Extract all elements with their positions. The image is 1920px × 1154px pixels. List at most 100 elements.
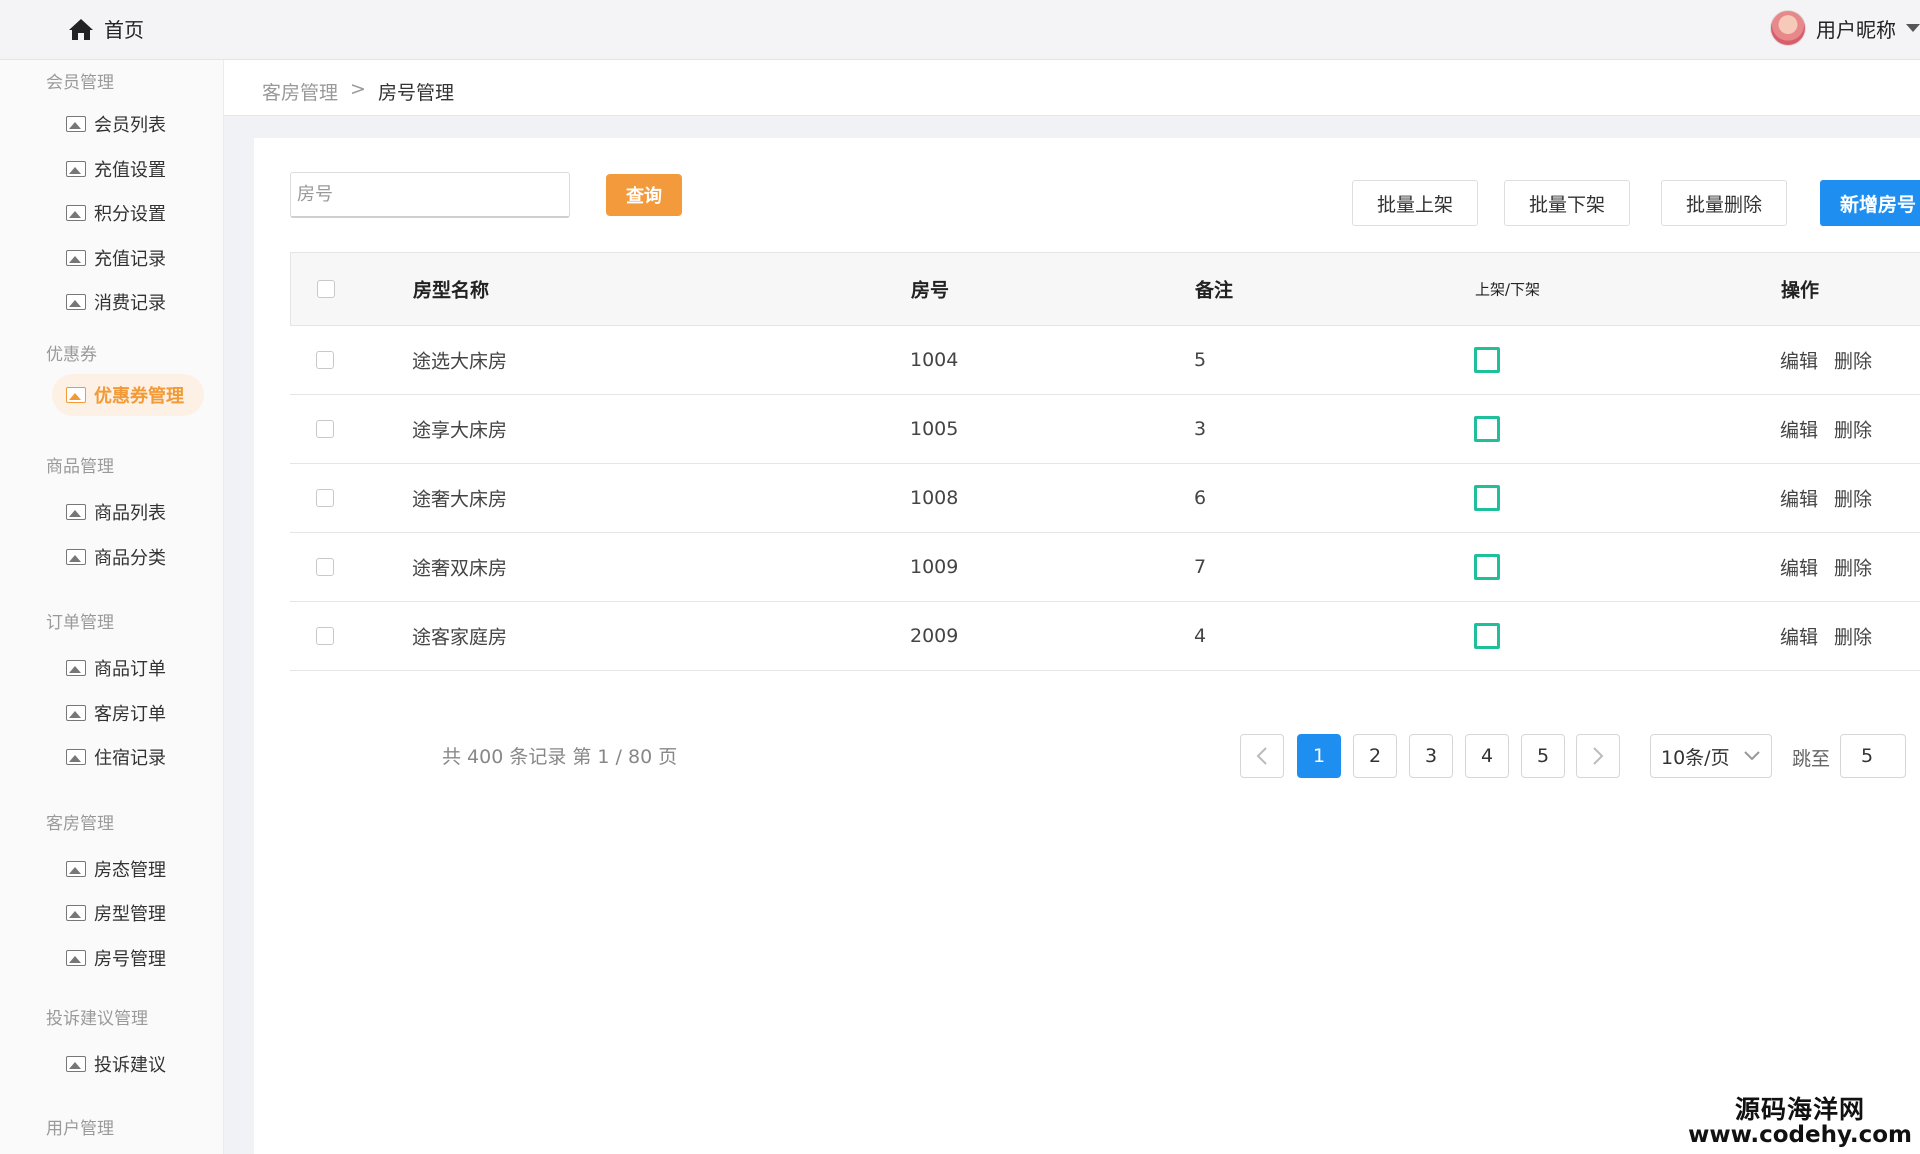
room-type-cell: 途奢大床房 — [412, 488, 508, 511]
page-number-button[interactable]: 5 — [1521, 734, 1565, 778]
chevron-down-icon — [1744, 751, 1760, 761]
table-row: 途奢大床房 1008 6 编辑 删除 — [290, 464, 1920, 533]
edit-link[interactable]: 编辑 — [1780, 623, 1818, 650]
room-number-cell: 1005 — [910, 418, 959, 440]
row-checkbox[interactable] — [316, 489, 334, 507]
page-number-button[interactable]: 1 — [1297, 734, 1341, 778]
page-size-value: 10条/页 — [1661, 746, 1730, 769]
next-page-button[interactable] — [1576, 734, 1620, 778]
delete-link[interactable]: 删除 — [1834, 347, 1872, 374]
home-link[interactable]: 首页 — [68, 14, 144, 43]
select-all-checkbox[interactable] — [317, 280, 335, 298]
note-cell: 5 — [1194, 349, 1207, 371]
room-type-cell: 途客家庭房 — [412, 626, 508, 649]
edit-link[interactable]: 编辑 — [1780, 416, 1818, 443]
sidebar-item-label: 充值设置 — [94, 160, 166, 181]
page-number-button[interactable]: 2 — [1353, 734, 1397, 778]
sidebar-item[interactable]: 会员列表 — [66, 110, 166, 138]
batch-delete-button[interactable]: 批量删除 — [1661, 180, 1787, 226]
delete-link[interactable]: 删除 — [1834, 485, 1872, 512]
shelf-toggle[interactable] — [1474, 416, 1500, 442]
delete-link[interactable]: 删除 — [1834, 416, 1872, 443]
page-number-button[interactable]: 3 — [1409, 734, 1453, 778]
shelf-toggle[interactable] — [1474, 485, 1500, 511]
sidebar-group-title: 会员管理 — [46, 73, 114, 93]
sidebar-item-label: 优惠券管理 — [94, 386, 184, 407]
page-size-select[interactable]: 10条/页 — [1650, 734, 1772, 778]
table-row: 途客家庭房 2009 4 编辑 删除 — [290, 602, 1920, 671]
row-checkbox[interactable] — [316, 351, 334, 369]
batch-on-shelf-button[interactable]: 批量上架 — [1352, 180, 1478, 226]
room-number-cell: 1009 — [910, 556, 959, 578]
avatar[interactable] — [1770, 10, 1806, 46]
sidebar-item-label: 房态管理 — [94, 860, 166, 881]
header-actions: 操作 — [1781, 279, 1820, 302]
room-number-search-input[interactable] — [290, 172, 570, 218]
sidebar-item[interactable]: 商品列表 — [66, 498, 166, 526]
batch-off-shelf-button[interactable]: 批量下架 — [1504, 180, 1630, 226]
sidebar-item[interactable]: 商品分类 — [66, 543, 166, 571]
sidebar-item[interactable]: 消费记录 — [66, 288, 166, 316]
breadcrumb-parent[interactable]: 客房管理 — [262, 78, 338, 105]
header-room-type: 房型名称 — [413, 279, 490, 302]
image-icon — [66, 250, 86, 266]
shelf-toggle[interactable] — [1474, 347, 1500, 373]
row-checkbox[interactable] — [316, 627, 334, 645]
image-icon — [66, 905, 86, 921]
row-checkbox[interactable] — [316, 420, 334, 438]
note-cell: 7 — [1194, 556, 1207, 578]
note-cell: 4 — [1194, 625, 1207, 647]
image-icon — [66, 205, 86, 221]
query-button[interactable]: 查询 — [606, 174, 682, 216]
prev-page-button[interactable] — [1240, 734, 1284, 778]
watermark-line2: www.codehy.com — [1688, 1122, 1912, 1148]
sidebar-group-title: 投诉建议管理 — [46, 1009, 148, 1029]
sidebar-item[interactable]: 商品订单 — [66, 654, 166, 682]
header-room-number: 房号 — [911, 279, 950, 302]
sidebar-item[interactable]: 充值记录 — [66, 244, 166, 272]
sidebar-item[interactable]: 优惠券管理 — [52, 374, 204, 416]
image-icon — [66, 504, 86, 520]
user-menu[interactable]: 用户昵称 — [1770, 10, 1920, 46]
pagination-summary: 共 400 条记录 第 1 / 80 页 — [442, 746, 678, 768]
edit-link[interactable]: 编辑 — [1780, 554, 1818, 581]
sidebar-item-label: 消费记录 — [94, 293, 166, 314]
breadcrumb-bar: 客房管理 > 房号管理 — [224, 60, 1920, 116]
sidebar-group-title: 订单管理 — [46, 613, 114, 633]
watermark: 源码海洋网 www.codehy.com — [1688, 1090, 1912, 1148]
sidebar-group-title: 客房管理 — [46, 814, 114, 834]
sidebar-item[interactable]: 客房订单 — [66, 699, 166, 727]
sidebar-item-label: 客房订单 — [94, 704, 166, 725]
breadcrumb-separator: > — [350, 78, 366, 100]
sidebar-item[interactable]: 房型管理 — [66, 899, 166, 927]
sidebar-item-label: 商品订单 — [94, 659, 166, 680]
jump-page-input[interactable] — [1840, 734, 1906, 778]
shelf-toggle[interactable] — [1474, 623, 1500, 649]
caret-down-icon[interactable] — [1906, 24, 1920, 32]
sidebar-item[interactable]: 房态管理 — [66, 855, 166, 883]
sidebar-item[interactable]: 投诉建议 — [66, 1050, 166, 1078]
page-number-button[interactable]: 4 — [1465, 734, 1509, 778]
delete-link[interactable]: 删除 — [1834, 554, 1872, 581]
sidebar-item[interactable]: 房号管理 — [66, 944, 166, 972]
sidebar-item[interactable]: 住宿记录 — [66, 743, 166, 771]
delete-link[interactable]: 删除 — [1834, 623, 1872, 650]
row-checkbox[interactable] — [316, 558, 334, 576]
sidebar-item-label: 积分设置 — [94, 204, 166, 225]
sidebar-item[interactable]: 积分设置 — [66, 199, 166, 227]
sidebar-item-label: 充值记录 — [94, 249, 166, 270]
sidebar-item[interactable]: 充值设置 — [66, 155, 166, 183]
image-icon — [66, 387, 86, 403]
sidebar-group-title: 商品管理 — [46, 457, 114, 477]
add-room-number-button[interactable]: 新增房号 — [1820, 180, 1920, 226]
shelf-toggle[interactable] — [1474, 554, 1500, 580]
table-row: 途享大床房 1005 3 编辑 删除 — [290, 395, 1920, 464]
sidebar-item-label: 房号管理 — [94, 949, 166, 970]
room-number-cell: 2009 — [910, 625, 959, 647]
image-icon — [66, 749, 86, 765]
chevron-left-icon — [1256, 747, 1267, 765]
rooms-table: 房型名称 房号 备注 上架/下架 操作 途选大床房 1004 5 编辑 删除 途享大床房 1… — [290, 252, 1920, 671]
edit-link[interactable]: 编辑 — [1780, 485, 1818, 512]
edit-link[interactable]: 编辑 — [1780, 347, 1818, 374]
room-number-cell: 1004 — [910, 349, 959, 371]
